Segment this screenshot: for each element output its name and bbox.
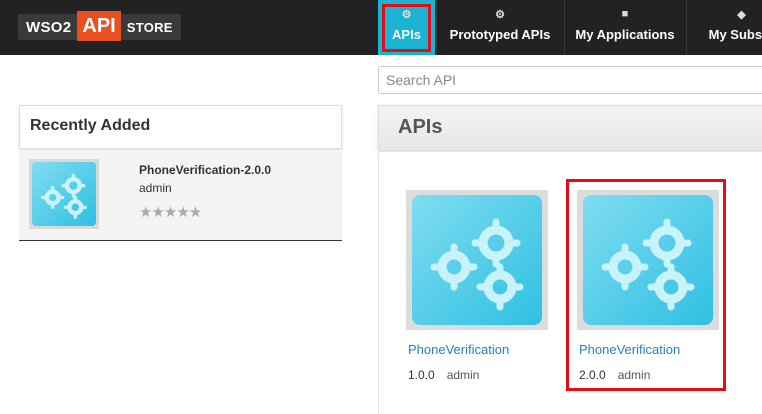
gear-icon: ⚙ [495,9,505,21]
api-gears-icon [582,195,714,325]
recently-added-item[interactable]: PhoneVerification-2.0.0 admin ★★★★★ [19,150,342,241]
rating-stars[interactable]: ★★★★★ [139,203,202,221]
api-card-version: 2.0.0 [579,368,606,382]
logo-api-text: API [77,11,121,41]
api-card[interactable]: PhoneVerification 2.0.0 admin [577,190,719,382]
api-card-thumbnail[interactable] [406,190,548,330]
gears-icon: ⚙ [401,9,412,21]
api-card-owner: admin [617,368,651,382]
api-card-version: 1.0.0 [408,368,435,382]
api-thumbnail[interactable] [29,159,99,229]
tags-icon: ◆ [737,9,746,21]
api-card-owner: admin [446,368,480,382]
recent-api-name[interactable]: PhoneVerification-2.0.0 [139,163,271,177]
tab-apis-label: APIs [392,27,421,42]
top-navbar: WSO2 API STORE ⚙ APIs ⚙ Prototyped APIs … [0,0,762,55]
logo-store-text: STORE [126,19,173,35]
recently-added-title: Recently Added [30,117,151,134]
tab-my-applications[interactable]: ■ My Applications [564,0,685,55]
tab-prototyped-apis-label: Prototyped APIs [449,27,551,42]
wso2-api-store-logo[interactable]: WSO2 API STORE [18,11,181,41]
logo-wso2-text: WSO2 [26,18,72,36]
api-card-name[interactable]: PhoneVerification [408,342,509,357]
tab-my-subscriptions-label: My Subscr [708,27,762,42]
api-gears-icon [32,162,96,226]
recent-api-owner: admin [139,181,172,195]
apis-panel-title: APIs [398,116,443,138]
api-card-meta: 1.0.0 admin [408,368,479,382]
api-card-meta: 2.0.0 admin [579,368,650,382]
tab-apis[interactable]: ⚙ APIs [378,0,435,55]
search-api-input[interactable] [378,66,762,94]
tab-prototyped-apis[interactable]: ⚙ Prototyped APIs [436,0,563,55]
api-card-name[interactable]: PhoneVerification [579,342,680,357]
api-card-thumbnail[interactable] [577,190,719,330]
briefcase-icon: ■ [621,8,629,20]
tab-my-applications-label: My Applications [575,27,675,42]
api-gears-icon [411,195,543,325]
api-card[interactable]: PhoneVerification 1.0.0 admin [406,190,548,382]
tab-my-subscriptions[interactable]: ◆ My Subscr [686,0,762,55]
apis-panel-header: APIs [378,105,762,151]
recently-added-header: Recently Added [19,105,342,149]
